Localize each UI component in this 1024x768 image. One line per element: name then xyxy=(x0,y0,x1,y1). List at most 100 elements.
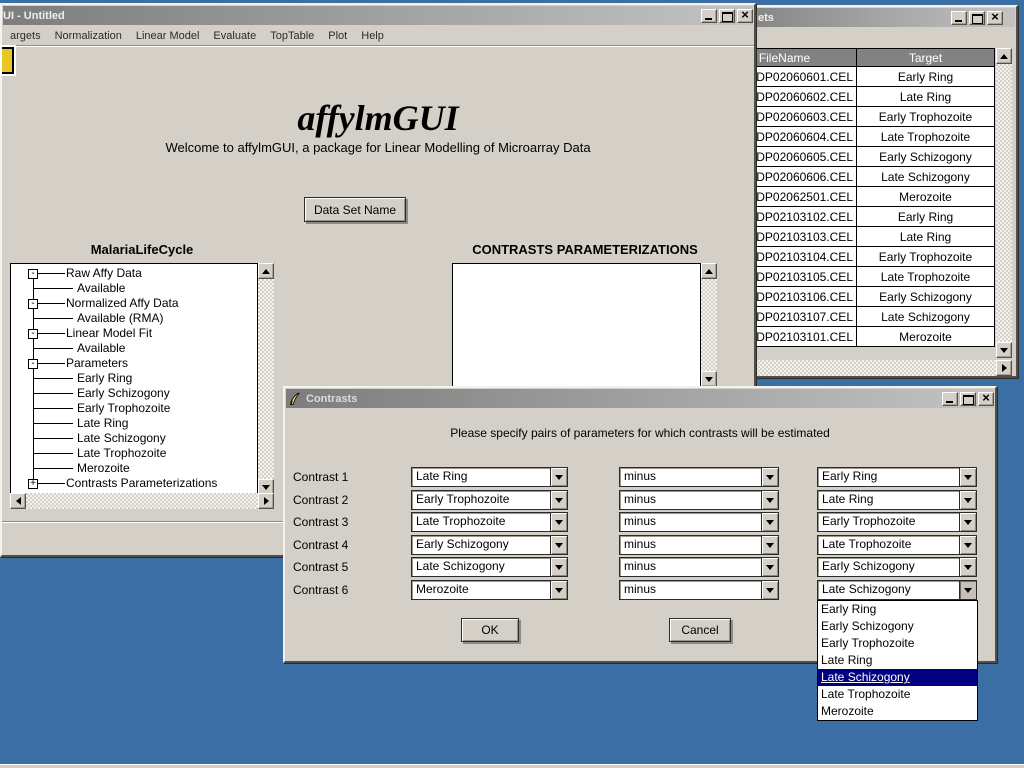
minimize-icon[interactable] xyxy=(701,9,717,23)
dropdown-option-selected[interactable]: Late Schizogony xyxy=(818,669,977,686)
contrast-6-op-select[interactable]: minus xyxy=(619,580,779,600)
contrast-1-right-select[interactable]: Early Ring xyxy=(817,467,977,487)
chevron-down-icon[interactable] xyxy=(959,513,976,531)
contrast-5-op-select[interactable]: minus xyxy=(619,557,779,577)
contrast-2-right-select[interactable]: Late Ring xyxy=(817,490,977,510)
tree-item-label[interactable]: Early Trophozoite xyxy=(77,401,170,416)
horizontal-scrollbar[interactable] xyxy=(10,493,274,509)
contrast-3-left-select[interactable]: Late Trophozoite xyxy=(411,512,568,532)
tree-item-label[interactable]: Linear Model Fit xyxy=(66,326,152,341)
maximize-icon[interactable] xyxy=(969,11,985,25)
toolbar-icon[interactable] xyxy=(2,47,14,74)
arrow-right-icon[interactable] xyxy=(996,360,1012,376)
tree-item[interactable]: Merozoite xyxy=(11,461,257,476)
contrast-1-op-select[interactable]: minus xyxy=(619,467,779,487)
contrast-2-op-select[interactable]: minus xyxy=(619,490,779,510)
ok-button[interactable]: OK xyxy=(461,618,519,642)
tree-item[interactable]: Late Ring xyxy=(11,416,257,431)
cancel-button[interactable]: Cancel xyxy=(669,618,731,642)
contrast-3-op-select[interactable]: minus xyxy=(619,512,779,532)
tree-item[interactable]: Late Trophozoite xyxy=(11,446,257,461)
tree-item[interactable]: Early Schizogony xyxy=(11,386,257,401)
contrast-5-right-select[interactable]: Early Schizogony xyxy=(817,557,977,577)
tree-collapse-icon[interactable]: - xyxy=(28,359,38,369)
tree-item-label[interactable]: Normalized Affy Data xyxy=(66,296,179,311)
tree-item[interactable]: Available (RMA) xyxy=(11,311,257,326)
contrast-3-right-select[interactable]: Early Trophozoite xyxy=(817,512,977,532)
arrow-left-icon[interactable] xyxy=(10,493,26,509)
contrast-5-left-select[interactable]: Late Schizogony xyxy=(411,557,568,577)
dropdown-option[interactable]: Early Schizogony xyxy=(818,618,977,635)
targets-titlebar[interactable]: Targets xyxy=(713,8,1015,27)
tree-item-label[interactable]: Available (RMA) xyxy=(77,311,163,326)
menu-targets[interactable]: argets xyxy=(3,28,48,44)
chevron-down-icon[interactable] xyxy=(959,558,976,576)
arrow-down-icon[interactable] xyxy=(701,371,717,387)
dropdown-option[interactable]: Early Ring xyxy=(818,601,977,618)
tree-item[interactable]: Early Ring xyxy=(11,371,257,386)
menu-evaluate[interactable]: Evaluate xyxy=(206,28,263,44)
menu-linear-model[interactable]: Linear Model xyxy=(129,28,207,44)
maximize-icon[interactable] xyxy=(719,9,735,23)
tree-collapse-icon[interactable]: - xyxy=(28,299,38,309)
chevron-down-icon[interactable] xyxy=(959,468,976,486)
menu-help[interactable]: Help xyxy=(354,28,391,44)
tree-item-label[interactable]: Parameters xyxy=(66,356,128,371)
menu-normalization[interactable]: Normalization xyxy=(48,28,129,44)
dropdown-option[interactable]: Late Ring xyxy=(818,652,977,669)
tree-item[interactable]: -Raw Affy Data xyxy=(11,266,257,281)
chevron-down-icon[interactable] xyxy=(761,491,778,509)
chevron-down-icon[interactable] xyxy=(550,581,567,599)
arrow-up-icon[interactable] xyxy=(996,48,1012,64)
minimize-icon[interactable] xyxy=(942,392,958,406)
tree-collapse-icon[interactable]: - xyxy=(28,329,38,339)
tree-item-label[interactable]: Early Schizogony xyxy=(77,386,170,401)
chevron-down-icon[interactable] xyxy=(761,558,778,576)
contrast-2-left-select[interactable]: Early Trophozoite xyxy=(411,490,568,510)
contrast-1-left-select[interactable]: Late Ring xyxy=(411,467,568,487)
dropdown-option[interactable]: Late Trophozoite xyxy=(818,686,977,703)
chevron-down-icon[interactable] xyxy=(959,491,976,509)
list-viewport[interactable] xyxy=(452,263,701,387)
menu-toptable[interactable]: TopTable xyxy=(263,28,321,44)
chevron-down-icon[interactable] xyxy=(761,536,778,554)
contrast-6-left-select[interactable]: Merozoite xyxy=(411,580,568,600)
arrow-up-icon[interactable] xyxy=(258,263,274,279)
tree-expand-icon[interactable]: + xyxy=(28,479,38,489)
tree-item[interactable]: + Contrasts Parameterizations xyxy=(11,476,257,491)
chevron-down-icon[interactable] xyxy=(959,536,976,554)
tree-item[interactable]: Early Trophozoite xyxy=(11,401,257,416)
tree-collapse-icon[interactable]: - xyxy=(28,269,38,279)
tree-item[interactable]: - Parameters xyxy=(11,356,257,371)
chevron-down-icon[interactable] xyxy=(761,581,778,599)
tree-item-label[interactable]: Late Ring xyxy=(77,416,128,431)
column-header-target[interactable]: Target xyxy=(857,49,995,67)
dropdown-option[interactable]: Merozoite xyxy=(818,703,977,720)
scrollbar-track[interactable] xyxy=(701,279,717,371)
chevron-down-icon[interactable] xyxy=(550,491,567,509)
arrow-down-icon[interactable] xyxy=(996,342,1012,358)
tree-item-label[interactable]: Contrasts Parameterizations xyxy=(66,476,217,491)
contrast-4-left-select[interactable]: Early Schizogony xyxy=(411,535,568,555)
arrow-right-icon[interactable] xyxy=(258,493,274,509)
vertical-scrollbar[interactable] xyxy=(258,263,274,495)
contrast-6-right-select[interactable]: Late Schizogony xyxy=(817,580,977,600)
tree-item[interactable]: Available xyxy=(11,281,257,296)
maximize-icon[interactable] xyxy=(960,392,976,406)
contrast-4-op-select[interactable]: minus xyxy=(619,535,779,555)
scrollbar-track[interactable] xyxy=(258,279,274,479)
chevron-down-icon[interactable] xyxy=(550,536,567,554)
chevron-down-icon[interactable] xyxy=(550,468,567,486)
vertical-scrollbar[interactable] xyxy=(701,263,717,387)
close-icon[interactable] xyxy=(987,11,1003,25)
contrasts-titlebar[interactable]: Contrasts xyxy=(286,389,994,408)
scrollbar-track[interactable] xyxy=(26,493,258,509)
tree-item[interactable]: Available xyxy=(11,341,257,356)
main-titlebar[interactable]: UI - Untitled xyxy=(3,6,753,25)
scrollbar-track[interactable] xyxy=(996,64,1012,342)
tree-item[interactable]: - Normalized Affy Data xyxy=(11,296,257,311)
tree-item[interactable]: Late Schizogony xyxy=(11,431,257,446)
chevron-down-icon[interactable] xyxy=(761,513,778,531)
horizontal-scrollbar[interactable] xyxy=(712,360,1012,376)
tree-item-label[interactable]: Available xyxy=(77,341,125,356)
